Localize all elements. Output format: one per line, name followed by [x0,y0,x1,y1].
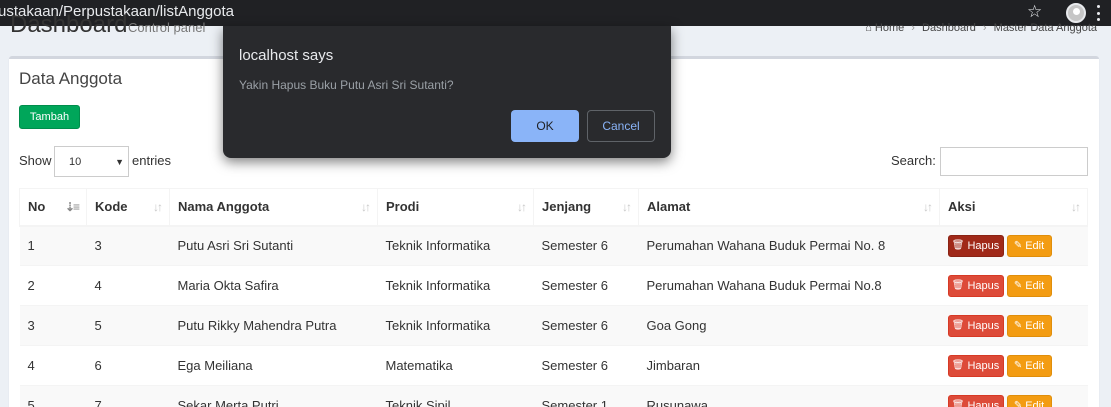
dialog-message: Yakin Hapus Buku Putu Asri Sri Sutanti? [239,78,454,92]
column-header-prodi[interactable]: Prodi ↓↑ [377,188,534,227]
show-label: Show [19,153,52,168]
cell-jenjang: Semester 6 [533,305,639,346]
edit-button[interactable]: ✎ Edit [1006,234,1052,257]
column-header-jenjang[interactable]: Jenjang ↓↑ [533,188,639,227]
cell-aksi: 🗑 Hapus ✎ Edit [939,225,1088,266]
cell-aksi: 🗑 Hapus ✎ Edit [939,385,1088,407]
page-title: Dashboard [10,14,128,36]
table-row: 2 4 Maria Okta Safira Teknik Informatika… [19,265,1088,306]
breadcrumb-separator: › [911,22,915,34]
table-row: 3 5 Putu Rikky Mahendra Putra Teknik Inf… [19,305,1088,346]
cell-jenjang: Semester 6 [533,265,639,306]
cell-aksi: 🗑 Hapus ✎ Edit [939,305,1088,346]
cell-alamat: Jimbaran [638,345,940,386]
search-label: Search: [891,153,936,168]
breadcrumb: ⌂ Home › Dashboard › Master Data Anggota [865,22,1097,34]
column-header-kode[interactable]: Kode ↓↑ [86,188,170,227]
cell-alamat: Perumahan Wahana Buduk Permai No.8 [638,265,940,306]
pencil-icon: ✎ [1013,360,1023,371]
cell-kode: 3 [86,225,170,266]
table-row: 4 6 Ega Meiliana Matematika Semester 6 J… [19,345,1088,386]
cell-aksi: 🗑 Hapus ✎ Edit [939,345,1088,386]
cell-jenjang: Semester 6 [533,345,639,386]
cell-kode: 5 [86,305,170,346]
cell-kode: 6 [86,345,170,386]
column-header-alamat[interactable]: Alamat ↓↑ [638,188,940,227]
trash-icon: 🗑 [951,320,965,331]
edit-button[interactable]: ✎ Edit [1006,314,1052,337]
delete-button[interactable]: 🗑 Hapus [947,354,1004,377]
sort-asc-icon: ⇣≡ [64,200,80,214]
trash-icon: 🗑 [951,240,965,252]
table-row: 5 7 Sekar Merta Putri Teknik Sipil Semes… [19,385,1088,407]
pencil-icon: ✎ [1013,280,1023,291]
sort-icon: ↓↑ [1071,200,1081,214]
cell-kode: 7 [86,385,170,407]
column-header-aksi[interactable]: Aksi ↓↑ [939,188,1088,227]
cell-prodi: Teknik Informatika [377,225,534,266]
column-header-no[interactable]: No ⇣≡ [19,188,87,227]
cell-jenjang: Semester 1 [533,385,639,407]
add-member-button[interactable]: Tambah [19,105,80,129]
cell-no: 1 [19,225,87,266]
edit-button[interactable]: ✎ Edit [1006,274,1052,297]
cell-prodi: Teknik Informatika [377,265,534,306]
cell-no: 2 [19,265,87,306]
cell-nama: Putu Rikky Mahendra Putra [169,305,378,346]
cell-prodi: Teknik Sipil [377,385,534,407]
table-row: 1 3 Putu Asri Sri Sutanti Teknik Informa… [19,225,1088,266]
delete-button[interactable]: 🗑 Hapus [947,234,1004,257]
sort-icon: ↓↑ [622,200,632,214]
sort-icon: ↓↑ [153,200,163,214]
members-table: No ⇣≡ Kode ↓↑ Nama Anggota ↓↑ Prodi ↓↑ Jenja… [19,188,1088,407]
cell-jenjang: Semester 6 [533,225,639,266]
trash-icon: 🗑 [951,360,965,371]
sort-icon: ↓↑ [361,200,371,214]
box-title: Data Anggota [19,69,123,88]
breadcrumb-home[interactable]: Home [875,22,904,34]
column-header-nama[interactable]: Nama Anggota ↓↑ [169,188,378,227]
cell-prodi: Matematika [377,345,534,386]
entries-label: entries [132,153,172,168]
ok-button[interactable]: OK [511,110,579,142]
pencil-icon: ✎ [1013,400,1023,407]
breadcrumb-dashboard[interactable]: Dashboard [922,22,976,34]
search-input[interactable] [940,147,1088,176]
entries-length-select[interactable]: 10 ▼ [54,146,129,177]
table-header-row: No ⇣≡ Kode ↓↑ Nama Anggota ↓↑ Prodi ↓↑ Jenja… [19,188,1088,227]
cell-no: 4 [19,345,87,386]
confirm-dialog: localhost says Yakin Hapus Buku Putu Asr… [223,26,671,158]
pencil-icon: ✎ [1013,240,1023,252]
chevron-down-icon: ▼ [115,157,124,167]
edit-button[interactable]: ✎ Edit [1006,354,1052,377]
sort-icon: ↓↑ [923,200,933,214]
cell-no: 3 [19,305,87,346]
pencil-icon: ✎ [1013,320,1023,331]
home-icon: ⌂ [865,22,872,34]
cell-alamat: Goa Gong [638,305,940,346]
trash-icon: 🗑 [951,400,965,407]
trash-icon: 🗑 [951,280,965,291]
cell-nama: Ega Meiliana [169,345,378,386]
sort-icon: ↓↑ [517,200,527,214]
delete-button[interactable]: 🗑 Hapus [947,394,1004,407]
cell-aksi: 🗑 Hapus ✎ Edit [939,265,1088,306]
cell-nama: Maria Okta Safira [169,265,378,306]
cell-nama: Putu Asri Sri Sutanti [169,225,378,266]
delete-button[interactable]: 🗑 Hapus [947,274,1004,297]
cell-kode: 4 [86,265,170,306]
breadcrumb-current: Master Data Anggota [993,22,1097,34]
cell-prodi: Teknik Informatika [377,305,534,346]
cell-alamat: Rusunawa [638,385,940,407]
edit-button[interactable]: ✎ Edit [1006,394,1052,407]
cell-no: 5 [19,385,87,407]
entries-length-value: 10 [69,155,82,168]
delete-button[interactable]: 🗑 Hapus [947,314,1004,337]
breadcrumb-separator: › [982,22,987,34]
cell-nama: Sekar Merta Putri [169,385,378,407]
page-subtitle: Control panel [128,20,206,35]
cell-alamat: Perumahan Wahana Buduk Permai No. 8 [638,225,940,266]
dialog-title: localhost says [239,47,334,64]
cancel-button[interactable]: Cancel [587,110,655,142]
